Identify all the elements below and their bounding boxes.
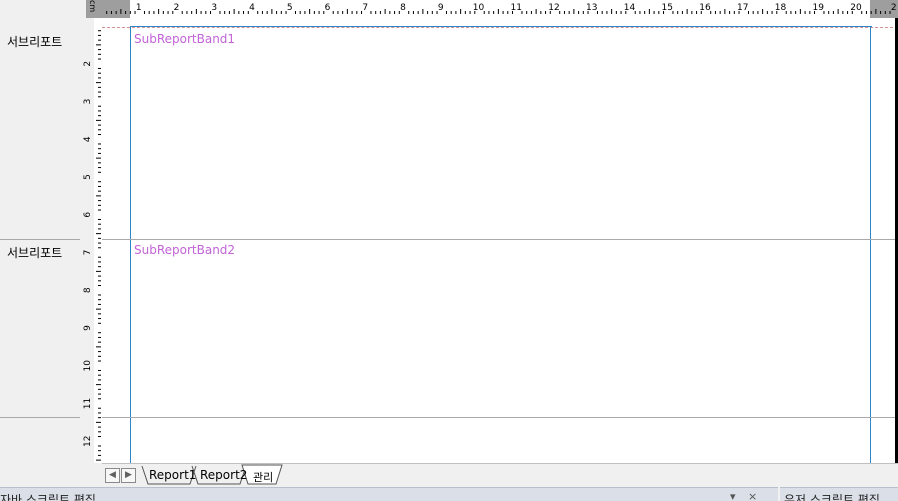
hruler-number: 20: [850, 3, 862, 13]
horizontal-ruler-svg: 1 2 3 4 5 6 7 8 9 10 11 12 13 14 15 16 17 18 19 20 2: [102, 0, 898, 18]
hruler-number: 2: [891, 3, 897, 13]
vertical-ruler-svg: 2 3 4 5 6 7 8 9 10 11 12: [83, 0, 102, 463]
vruler-number: 5: [83, 174, 93, 180]
hruler-number: 4: [249, 3, 255, 13]
pin-icon[interactable]: ▾: [730, 490, 736, 501]
band-label-1[interactable]: 서브리포트: [7, 33, 62, 50]
hruler-number: 13: [586, 3, 597, 13]
hruler-number: 15: [662, 3, 673, 13]
tab-next-button[interactable]: ▶: [121, 468, 136, 483]
hruler-number: 17: [737, 3, 748, 13]
hruler-margin-left: [102, 0, 130, 18]
design-canvas[interactable]: SubReportBand1 SubReportBand2: [102, 18, 898, 463]
ruler-corner: cm: [86, 0, 102, 18]
hruler-number: 10: [473, 3, 485, 13]
band-label-2[interactable]: 서브리포트: [7, 244, 62, 261]
vruler-number: 3: [83, 99, 93, 105]
horizontal-ruler: 1 2 3 4 5 6 7 8 9 10 11 12 13 14 15 16 17 18 19 20 2: [102, 0, 898, 19]
ruler-unit-label: cm: [88, 0, 97, 13]
vruler-number: 8: [83, 287, 93, 293]
chevron-left-icon: ◀: [109, 470, 116, 480]
hruler-number: 18: [775, 3, 787, 13]
hruler-number: 7: [362, 3, 368, 13]
javascript-edit-pane: 자바 스크립트 편집 ▾ ×: [0, 487, 778, 501]
hruler-number: 3: [211, 3, 217, 13]
vertical-ruler: 2 3 4 5 6 7 8 9 10 11 12: [80, 0, 102, 463]
tab-manage[interactable]: 관리: [253, 469, 273, 485]
vruler-number: 12: [83, 436, 93, 447]
hruler-number: 5: [287, 3, 293, 13]
band-top-line: [130, 26, 872, 27]
hruler-number: 14: [624, 3, 636, 13]
band-name-1[interactable]: SubReportBand1: [134, 32, 235, 46]
hruler-number: 19: [813, 3, 825, 13]
hruler-number: 16: [699, 3, 711, 13]
hruler-number: 2: [174, 3, 180, 13]
band-label-column: 서브리포트 서브리포트: [0, 0, 81, 463]
vruler-number: 6: [83, 212, 93, 218]
vruler-number: 9: [83, 325, 93, 331]
vruler-number: 4: [83, 136, 93, 142]
hruler-number: 1: [136, 3, 142, 13]
hruler-number: 11: [511, 3, 522, 13]
hruler-number: 12: [548, 3, 559, 13]
band-separator: [0, 239, 80, 240]
chevron-right-icon: ▶: [125, 470, 132, 480]
right-margin-line: [870, 26, 871, 463]
vruler-number: 2: [83, 61, 93, 67]
vruler-number: 7: [83, 250, 93, 256]
top-margin-line: [102, 27, 898, 28]
band-divider: [102, 417, 898, 418]
tab-report1[interactable]: Report1: [149, 468, 196, 482]
tab-report2[interactable]: Report2: [200, 468, 247, 482]
tab-prev-button[interactable]: ◀: [105, 468, 120, 483]
hruler-number: 6: [325, 3, 331, 13]
vruler-strip: [94, 0, 102, 463]
band-name-2[interactable]: SubReportBand2: [134, 243, 235, 257]
vruler-number: 10: [83, 360, 93, 372]
hruler-number: 9: [438, 3, 444, 13]
vruler-number: 11: [83, 398, 93, 409]
sheet-tab-bar: ◀ ▶ Report1 Report2 관리: [102, 463, 898, 487]
user-script-edit-pane: 유저 스크립트 편집: [780, 487, 898, 501]
band-separator: [0, 417, 80, 418]
band-divider: [102, 239, 898, 240]
hruler-number: 8: [400, 3, 406, 13]
left-margin-line: [130, 26, 131, 463]
close-icon[interactable]: ×: [748, 490, 757, 501]
